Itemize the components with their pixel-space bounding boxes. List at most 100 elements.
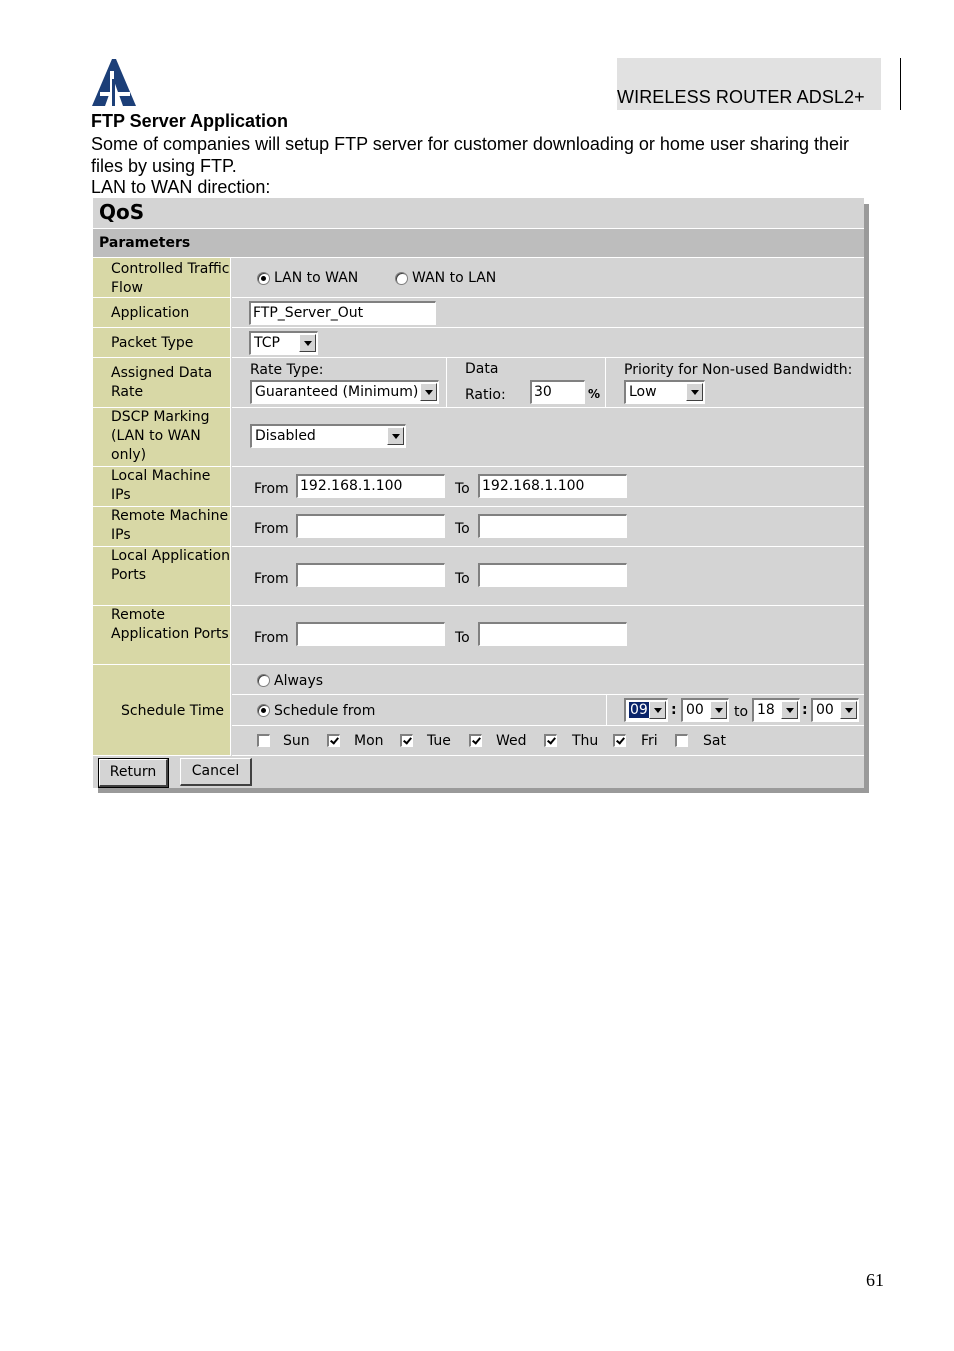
local-ports-label: Local Application Ports (93, 547, 231, 606)
local-ips-label: Local Machine IPs (93, 467, 231, 507)
local-ports-row: Local Application Ports From To (93, 547, 864, 606)
dscp-row: DSCP Marking (LAN to WAN only) Disabled (93, 408, 864, 467)
local-ports-from-label: From (254, 571, 289, 587)
remote-ports-from-label: From (254, 630, 289, 646)
packet-type-select[interactable]: TCP (249, 331, 318, 355)
end-time-colon: : (802, 702, 808, 718)
data-rate-label: Assigned Data Rate (93, 358, 231, 408)
day-label-fri: Fri (641, 733, 658, 749)
priority-separator (605, 358, 606, 407)
application-row: Application FTP_Server_Out (93, 298, 864, 328)
local-ports-to-input[interactable] (478, 563, 627, 587)
remote-ips-from-label: From (254, 521, 289, 537)
priority-select[interactable]: Low (624, 380, 705, 404)
radio-always[interactable] (257, 674, 270, 687)
page-number: 61 (866, 1270, 884, 1290)
start-hour-select[interactable]: 09 (624, 698, 668, 722)
packet-type-row: Packet Type TCP (93, 328, 864, 358)
schedule-label: Schedule Time (93, 665, 231, 756)
remote-ports-label: Remote Application Ports (93, 606, 231, 665)
local-ips-to-input[interactable]: 192.168.1.100 (478, 474, 627, 498)
remote-ips-to-label: To (455, 521, 470, 537)
chevron-down-icon (781, 701, 798, 719)
end-min-select[interactable]: 00 (811, 698, 859, 722)
priority-label: Priority for Non-used Bandwidth: (624, 362, 853, 378)
remote-ips-to-input[interactable] (478, 514, 627, 538)
remote-ips-label: Remote Machine IPs (93, 507, 231, 547)
ratio-input[interactable]: 30 (530, 380, 585, 404)
product-title: WIRELESS ROUTER ADSL2+ (617, 87, 865, 107)
end-hour-select[interactable]: 18 (752, 698, 800, 722)
schedule-separator-2 (232, 725, 864, 726)
chevron-down-icon (840, 701, 857, 719)
header-rule (900, 58, 901, 110)
dscp-label: DSCP Marking (LAN to WAN only) (93, 408, 231, 467)
direction-caption: LAN to WAN direction: (91, 177, 271, 197)
qos-panel: QoS Parameters Controlled Traffic Flow L… (93, 198, 864, 788)
start-min-select[interactable]: 00 (681, 698, 729, 722)
end-hour-value: 18 (757, 702, 775, 718)
description-paragraph: Some of companies will setup FTP server … (91, 134, 850, 176)
day-checkbox-sat[interactable] (675, 734, 688, 747)
rate-type-select[interactable]: Guaranteed (Minimum) (250, 380, 439, 404)
radio-always-label: Always (274, 673, 324, 689)
local-ips-from-label: From (254, 481, 289, 497)
data-rate-row: Assigned Data Rate Rate Type: Guaranteed… (93, 358, 864, 408)
chevron-down-icon (420, 383, 437, 401)
day-checkbox-fri[interactable] (613, 734, 626, 747)
remote-ports-to-input[interactable] (478, 622, 627, 646)
local-ports-from-input[interactable] (296, 563, 445, 587)
days-row: Sun Mon Tue Wed Thu Fri Sat (232, 726, 864, 756)
time-to-label: to (734, 704, 749, 720)
remote-ports-row: Remote Application Ports From To (93, 606, 864, 665)
rate-separator (446, 358, 447, 407)
priority-value: Low (629, 384, 657, 400)
end-min-value: 00 (816, 702, 834, 718)
ratio-label: Ratio: (465, 387, 506, 403)
remote-ports-from-input[interactable] (296, 622, 445, 646)
day-label-sun: Sun (283, 733, 310, 749)
start-hour-value: 09 (629, 702, 649, 718)
packet-type-label: Packet Type (93, 328, 231, 358)
chevron-down-icon (686, 383, 703, 401)
start-time-colon: : (671, 702, 677, 718)
day-checkbox-sun[interactable] (257, 734, 270, 747)
day-label-tue: Tue (427, 733, 451, 749)
day-checkbox-tue[interactable] (400, 734, 413, 747)
parameters-header: Parameters (93, 229, 864, 258)
radio-wan-to-lan-label: WAN to LAN (412, 270, 497, 286)
cancel-button[interactable]: Cancel (180, 758, 252, 786)
rate-type-value: Guaranteed (Minimum) (255, 384, 419, 400)
dscp-value: Disabled (255, 428, 316, 444)
radio-schedule-from[interactable] (257, 704, 270, 717)
ratio-unit: % (588, 387, 601, 401)
radio-lan-to-wan[interactable] (257, 272, 270, 285)
chevron-down-icon (649, 701, 666, 719)
day-label-wed: Wed (496, 733, 527, 749)
remote-ports-to-label: To (455, 630, 470, 646)
time-separator (606, 695, 607, 725)
application-input[interactable]: FTP_Server_Out (249, 301, 436, 325)
qos-title: QoS (93, 198, 864, 229)
radio-lan-to-wan-label: LAN to WAN (274, 270, 359, 286)
day-checkbox-thu[interactable] (544, 734, 557, 747)
chevron-down-icon (710, 701, 727, 719)
day-checkbox-mon[interactable] (327, 734, 340, 747)
traffic-flow-value: LAN to WAN WAN to LAN (232, 258, 864, 298)
remote-ips-from-input[interactable] (296, 514, 445, 538)
day-checkbox-wed[interactable] (469, 734, 482, 747)
radio-wan-to-lan[interactable] (395, 272, 408, 285)
start-min-value: 00 (686, 702, 704, 718)
return-button[interactable]: Return (98, 758, 169, 788)
chevron-down-icon (387, 427, 404, 445)
local-ips-row: Local Machine IPs From 192.168.1.100 To … (93, 467, 864, 507)
packet-type-value: TCP (254, 335, 280, 351)
local-ips-from-input[interactable]: 192.168.1.100 (296, 474, 445, 498)
schedule-row: Schedule Time Always Schedule from 09 : … (93, 665, 864, 756)
atlantis-logo-icon (92, 59, 136, 106)
rate-type-label: Rate Type: (250, 362, 324, 378)
data-label: Data (465, 361, 499, 377)
dscp-select[interactable]: Disabled (250, 424, 406, 448)
day-label-thu: Thu (572, 733, 599, 749)
day-label-sat: Sat (703, 733, 726, 749)
